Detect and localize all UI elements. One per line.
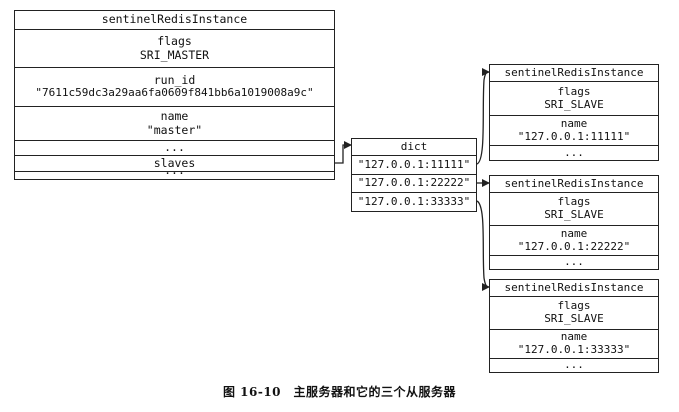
slaves-to-dict-arrow	[335, 141, 352, 164]
key1-to-slave1-arrow	[476, 68, 490, 165]
figure-caption: 图 16-10 主服务器和它的三个从服务器	[222, 385, 457, 399]
key3-to-slave3-arrow	[476, 200, 490, 291]
connector-arrows	[335, 68, 490, 291]
